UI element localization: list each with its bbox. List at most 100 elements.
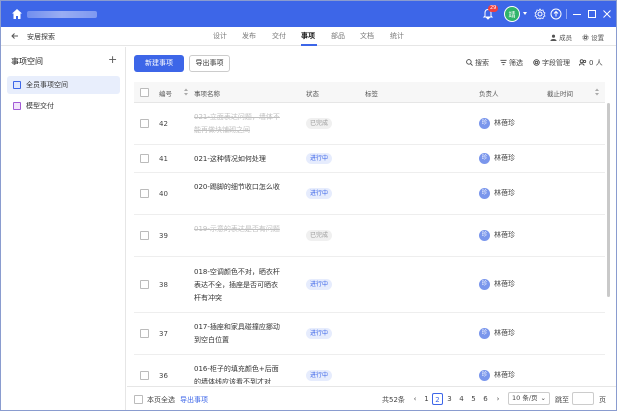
- issue-name[interactable]: 018-空调颜色不对，晒衣杆表达不全，插座是否可晒衣杆有冲突: [194, 266, 282, 305]
- status-badge[interactable]: 进行中: [306, 188, 333, 199]
- filter-button[interactable]: 筛选: [500, 58, 523, 68]
- select-all-checkbox[interactable]: [140, 88, 149, 97]
- column-header-name[interactable]: 事项名称: [194, 88, 220, 98]
- status-badge[interactable]: 已完成: [306, 118, 333, 129]
- status-badge[interactable]: 进行中: [306, 153, 333, 164]
- tab-issues[interactable]: 事项: [301, 31, 315, 41]
- column-header-status[interactable]: 状态: [306, 88, 319, 98]
- page-5[interactable]: 5: [469, 393, 478, 405]
- search-button[interactable]: 搜索: [466, 58, 489, 68]
- avatar: 珍: [479, 370, 490, 381]
- avatar: 珍: [479, 328, 490, 339]
- sidebar-item-all-issues[interactable]: 全员事项空间: [7, 76, 120, 94]
- sort-icon[interactable]: [595, 88, 599, 96]
- assignee-name: 林蓓珍: [494, 189, 515, 197]
- assignee-name: 林蓓珍: [494, 371, 515, 379]
- select-page-label[interactable]: 本页全选: [147, 395, 175, 405]
- page-6[interactable]: 6: [481, 393, 490, 405]
- tab-deliver[interactable]: 交付: [272, 31, 286, 41]
- row-checkbox[interactable]: [140, 371, 149, 380]
- export-issues-link[interactable]: 导出事项: [180, 395, 208, 405]
- table-row[interactable]: 36 016-柜子的填充颜色+后面的墙体线应该看不到才对 进行中 珍林蓓珍: [134, 355, 605, 384]
- table-row[interactable]: 42 021-立面表达问题，墙体不能再做块铺砌之间 已完成 珍林蓓珍: [134, 103, 605, 145]
- avatar: 珍: [479, 153, 490, 164]
- new-issue-button[interactable]: 新建事项: [134, 55, 184, 72]
- sort-icon[interactable]: [184, 88, 188, 96]
- issue-name[interactable]: 020-踢脚的细节收口怎么收: [194, 181, 282, 194]
- tab-parts[interactable]: 部品: [331, 31, 345, 41]
- issue-name[interactable]: 021-这种情况如何处理: [194, 153, 282, 166]
- table-row[interactable]: 37 017-插座和家具碰撞应挪动到空白位置 进行中 珍林蓓珍: [134, 313, 605, 355]
- tab-stats[interactable]: 统计: [390, 31, 404, 41]
- tab-publish[interactable]: 发布: [242, 31, 256, 41]
- settings-button[interactable]: 设置: [582, 32, 604, 42]
- table-row[interactable]: 41 021-这种情况如何处理 进行中 珍林蓓珍: [134, 145, 605, 173]
- issue-name[interactable]: 016-柜子的填充颜色+后面的墙体线应该看不到才对: [194, 363, 282, 384]
- column-header-id[interactable]: 编号: [159, 88, 172, 98]
- select-page-checkbox[interactable]: [134, 395, 143, 404]
- issue-name[interactable]: 017-插座和家具碰撞应挪动到空白位置: [194, 321, 282, 347]
- gear-icon[interactable]: [534, 8, 546, 20]
- sidebar-item-model-delivery[interactable]: 模型交付: [7, 97, 120, 115]
- page-1[interactable]: 1: [422, 393, 431, 405]
- minimize-icon[interactable]: [571, 8, 583, 20]
- sidebar-item-label: 全员事项空间: [26, 81, 68, 89]
- close-icon[interactable]: [601, 8, 613, 20]
- active-tab-indicator: [301, 44, 317, 46]
- column-header-deadline[interactable]: 截止时间: [547, 88, 573, 98]
- sidebar-item-label: 模型交付: [26, 102, 54, 110]
- status-badge[interactable]: 进行中: [306, 279, 333, 290]
- status-badge[interactable]: 已完成: [306, 230, 333, 241]
- table-row[interactable]: 38 018-空调颜色不对，晒衣杆表达不全，插座是否可晒衣杆有冲突 进行中 珍林蓓珍: [134, 257, 605, 313]
- page-4[interactable]: 4: [457, 393, 466, 405]
- settings-label: 设置: [591, 34, 605, 42]
- add-space-button[interactable]: +: [108, 53, 117, 66]
- avatar: 珍: [479, 188, 490, 199]
- column-header-tags[interactable]: 标签: [365, 88, 378, 98]
- issue-name[interactable]: 019-示意的表达是否有问题: [194, 223, 282, 236]
- assignee-name: 林蓓珍: [494, 119, 515, 127]
- next-page-button[interactable]: ›: [494, 393, 502, 405]
- issues-table: 编号 事项名称 状态 标签 负责人 截止时间 42 021-立面表达问题，墙体不能…: [134, 82, 605, 384]
- row-checkbox[interactable]: [140, 189, 149, 198]
- members-button[interactable]: 成员: [550, 32, 572, 42]
- issue-id: 42: [159, 120, 168, 128]
- page-3[interactable]: 3: [445, 393, 454, 405]
- user-avatar[interactable]: 靖: [504, 6, 520, 22]
- vertical-scrollbar[interactable]: [607, 103, 610, 297]
- home-icon[interactable]: [11, 8, 23, 20]
- status-badge[interactable]: 进行中: [306, 328, 333, 339]
- row-checkbox[interactable]: [140, 280, 149, 289]
- row-checkbox[interactable]: [140, 329, 149, 338]
- page-size-select[interactable]: 10 条/页 ⌄: [508, 392, 550, 405]
- issue-name[interactable]: 021-立面表达问题，墙体不能再做块铺砌之间: [194, 111, 282, 137]
- notification-badge: 29: [488, 5, 499, 12]
- prev-page-button[interactable]: ‹: [411, 393, 419, 405]
- export-issues-button[interactable]: 导出事项: [189, 55, 230, 72]
- field-manage-button[interactable]: 字段管理: [533, 58, 570, 68]
- sidebar-title: 事项空间: [11, 57, 43, 66]
- avatar: 珍: [479, 279, 490, 290]
- row-checkbox[interactable]: [140, 154, 149, 163]
- upload-icon[interactable]: [550, 8, 562, 20]
- table-footer: 本页全选 导出事项 共52条 ‹ 1 2 3 4 5 6 › 10 条/页 ⌄ 跳…: [127, 386, 616, 410]
- tab-design[interactable]: 设计: [213, 31, 227, 41]
- people-filter-button[interactable]: 0 人: [578, 58, 603, 68]
- status-badge[interactable]: 进行中: [306, 370, 333, 381]
- issue-id: 41: [159, 155, 168, 163]
- chevron-down-icon[interactable]: [523, 12, 527, 15]
- page-2[interactable]: 2: [432, 393, 443, 405]
- tab-docs[interactable]: 文档: [360, 31, 374, 41]
- project-nav: 安居探索 设计 发布 交付 事项 部品 文档 统计 成员 设置: [1, 27, 616, 46]
- back-arrow-icon[interactable]: [11, 32, 19, 40]
- column-header-assignee[interactable]: 负责人: [479, 88, 499, 98]
- maximize-icon[interactable]: [586, 8, 598, 20]
- jump-page-input[interactable]: [572, 392, 594, 405]
- field-manage-label: 字段管理: [542, 59, 570, 67]
- people-count: 0 人: [589, 59, 603, 67]
- top-bar: 29 靖: [1, 1, 616, 27]
- row-checkbox[interactable]: [140, 119, 149, 128]
- table-row[interactable]: 40 020-踢脚的细节收口怎么收 进行中 珍林蓓珍: [134, 173, 605, 215]
- row-checkbox[interactable]: [140, 231, 149, 240]
- table-row[interactable]: 39 019-示意的表达是否有问题 已完成 珍林蓓珍: [134, 215, 605, 257]
